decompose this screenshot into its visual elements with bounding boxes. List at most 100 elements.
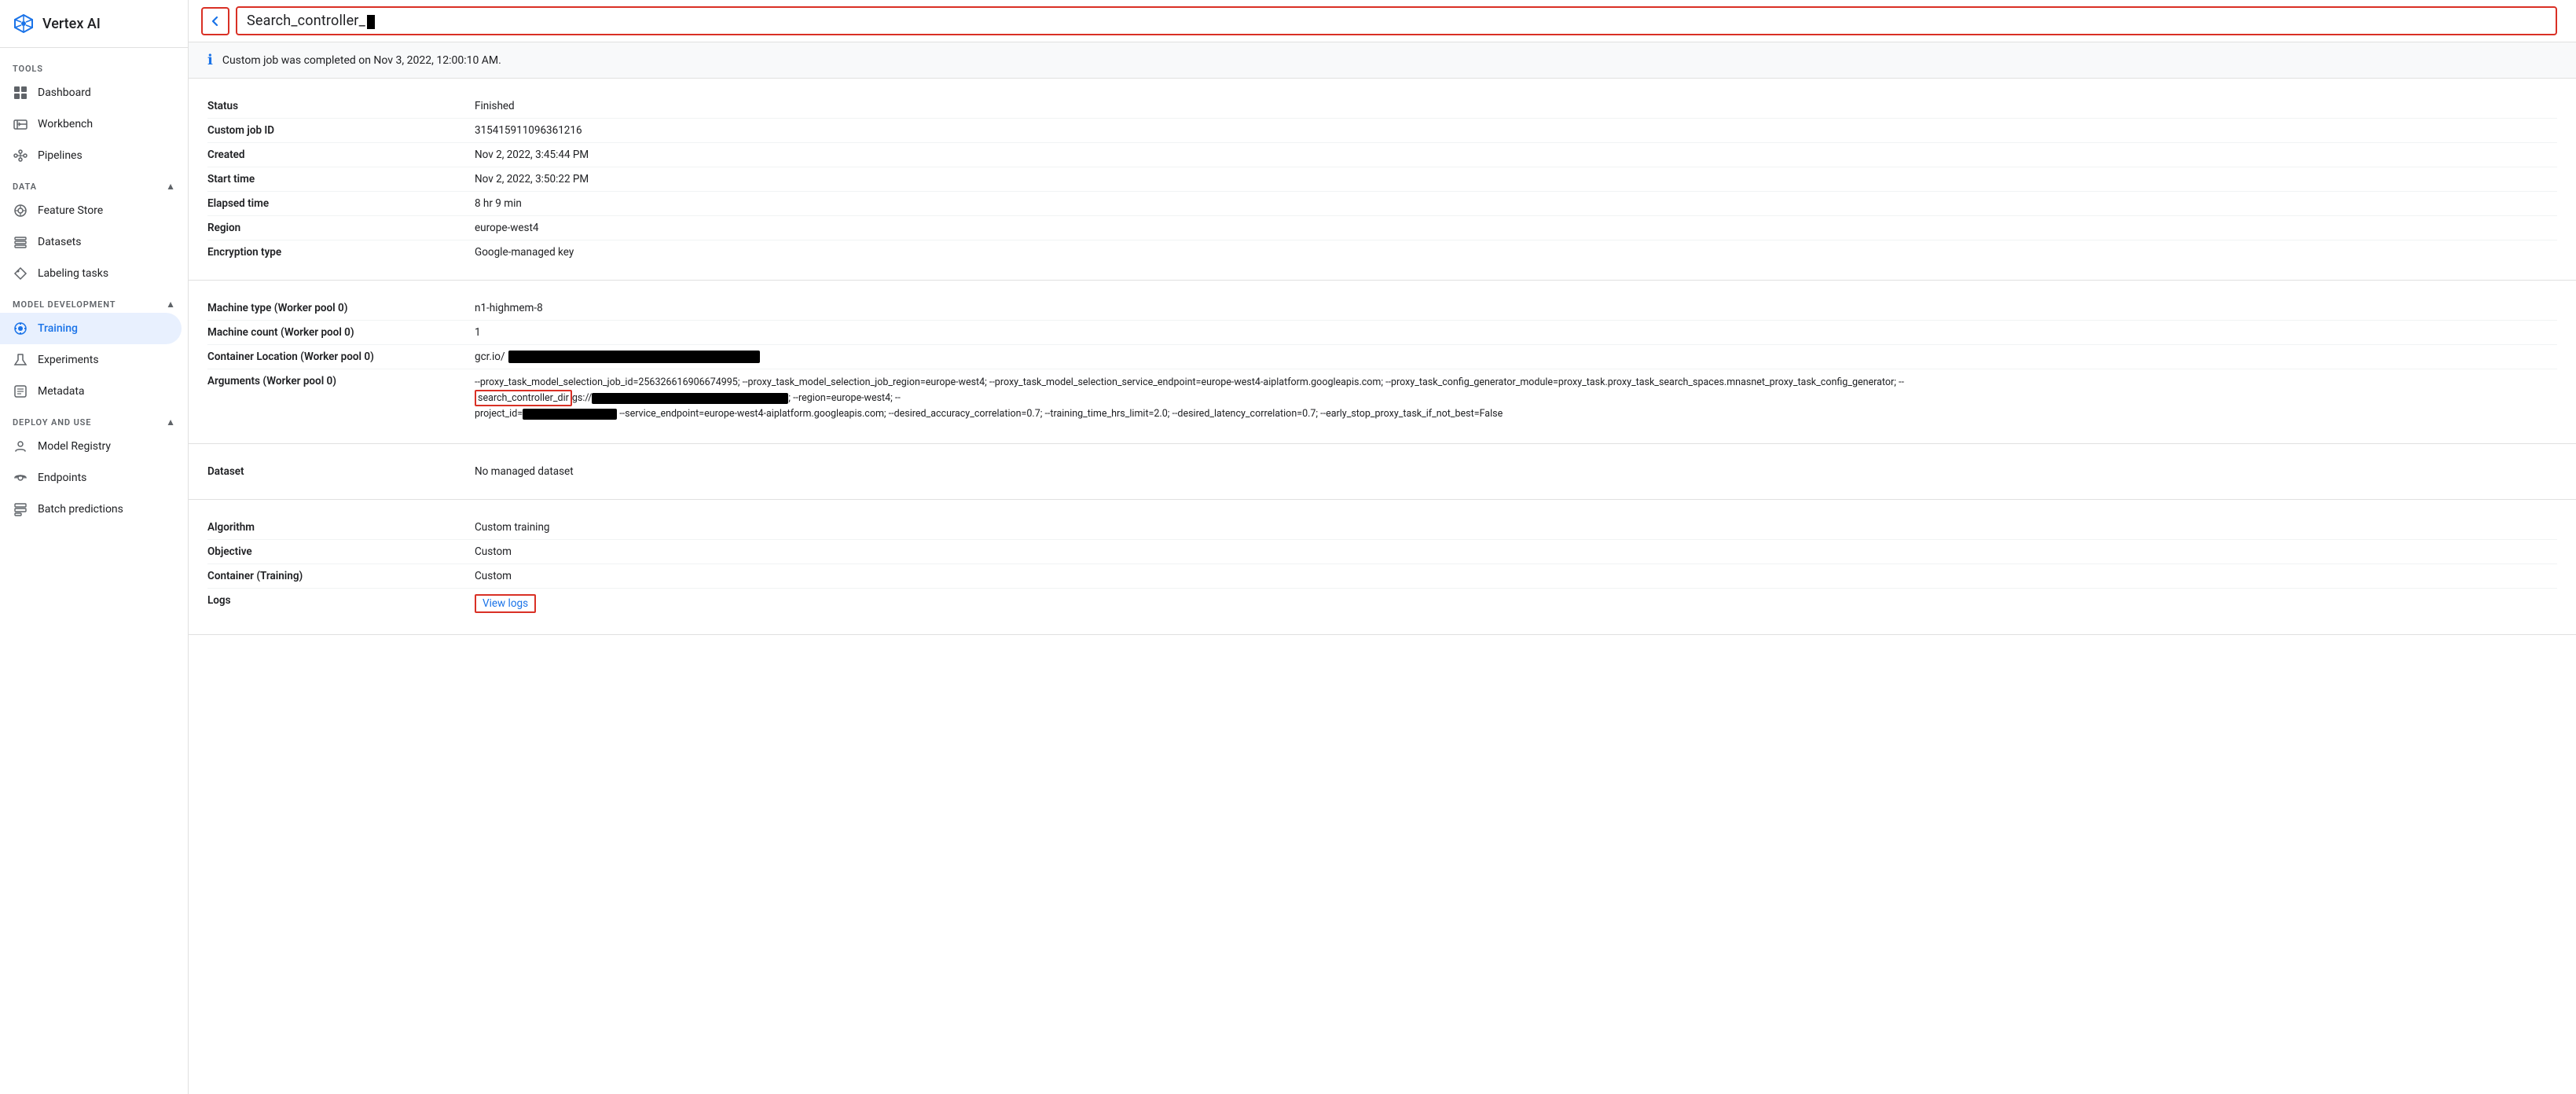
datasets-label: Datasets — [38, 236, 81, 248]
training-icon — [13, 321, 28, 336]
deploy-section-header[interactable]: DEPLOY AND USE ▲ — [0, 407, 188, 431]
sidebar-item-labeling[interactable]: Labeling tasks — [0, 258, 182, 289]
elapsed-label: Elapsed time — [207, 197, 475, 210]
container-loc-label: Container Location (Worker pool 0) — [207, 351, 475, 363]
workbench-label: Workbench — [38, 118, 93, 130]
sidebar-item-datasets[interactable]: Datasets — [0, 226, 182, 258]
container-loc-row: Container Location (Worker pool 0) gcr.i… — [207, 345, 2557, 369]
metadata-icon — [13, 384, 28, 399]
info-banner-text: Custom job was completed on Nov 3, 2022,… — [222, 54, 501, 67]
sidebar-item-training[interactable]: Training — [0, 313, 182, 344]
deploy-section-label: DEPLOY AND USE — [13, 417, 91, 428]
experiments-label: Experiments — [38, 354, 99, 366]
machine-count-value: 1 — [475, 326, 2557, 339]
endpoints-label: Endpoints — [38, 472, 86, 484]
sidebar-item-batch-predictions[interactable]: Batch predictions — [0, 494, 182, 525]
machine-count-row: Machine count (Worker pool 0) 1 — [207, 321, 2557, 345]
args-line1: --proxy_task_model_selection_job_id=2563… — [475, 376, 1904, 388]
container-loc-value: gcr.io/ — [475, 351, 760, 363]
sidebar-item-experiments[interactable]: Experiments — [0, 344, 182, 376]
sidebar: Vertex AI TOOLS Dashboard Workbench — [0, 0, 189, 1094]
dashboard-label: Dashboard — [38, 86, 91, 99]
machine-type-label: Machine type (Worker pool 0) — [207, 302, 475, 314]
objective-value: Custom — [475, 545, 2557, 558]
dashboard-icon — [13, 85, 28, 101]
sidebar-item-feature-store[interactable]: Feature Store — [0, 195, 182, 226]
region-row: Region europe-west4 — [207, 216, 2557, 240]
container-training-label: Container (Training) — [207, 570, 475, 582]
created-value: Nov 2, 2022, 3:45:44 PM — [475, 149, 2557, 161]
machine-type-row: Machine type (Worker pool 0) n1-highmem-… — [207, 296, 2557, 321]
sidebar-item-workbench[interactable]: Workbench — [0, 108, 182, 140]
job-id-label: Custom job ID — [207, 124, 475, 137]
status-label: Status — [207, 100, 475, 112]
container-loc-redacted — [508, 351, 760, 363]
region-label: Region — [207, 222, 475, 234]
batch-predictions-label: Batch predictions — [38, 503, 123, 516]
algorithm-row: Algorithm Custom training — [207, 516, 2557, 540]
app-logo: Vertex AI — [0, 0, 188, 48]
args-redacted-block — [592, 393, 788, 404]
sidebar-item-endpoints[interactable]: Endpoints — [0, 462, 182, 494]
logs-row: Logs View logs — [207, 589, 2557, 619]
container-training-row: Container (Training) Custom — [207, 564, 2557, 589]
data-section-header[interactable]: DATA ▲ — [0, 171, 188, 195]
job-id-value: 315415911096361216 — [475, 124, 2557, 137]
algorithm-value: Custom training — [475, 521, 2557, 534]
status-value: Finished — [475, 100, 2557, 112]
start-time-row: Start time Nov 2, 2022, 3:50:22 PM — [207, 167, 2557, 192]
objective-label: Objective — [207, 545, 475, 558]
main-area: Search_controller_ ℹ Custom job was comp… — [189, 0, 2576, 1094]
sidebar-item-dashboard[interactable]: Dashboard — [0, 77, 182, 108]
elapsed-row: Elapsed time 8 hr 9 min — [207, 192, 2557, 216]
status-row: Status Finished — [207, 94, 2557, 119]
model-dev-section-header[interactable]: MODEL DEVELOPMENT ▲ — [0, 289, 188, 313]
app-title: Vertex AI — [42, 16, 101, 32]
encryption-row: Encryption type Google-managed key — [207, 240, 2557, 264]
arguments-value: --proxy_task_model_selection_job_id=2563… — [475, 375, 2557, 422]
args-redacted-project — [523, 409, 617, 420]
objective-row: Objective Custom — [207, 540, 2557, 564]
algorithm-label: Algorithm — [207, 521, 475, 534]
args-line2-end: ; --region=europe-west4; -- — [788, 392, 900, 404]
content-area: ℹ Custom job was completed on Nov 3, 202… — [189, 42, 2576, 1094]
start-time-label: Start time — [207, 173, 475, 185]
container-training-value: Custom — [475, 570, 2557, 582]
batch-predictions-icon — [13, 501, 28, 517]
dataset-section: Dataset No managed dataset — [189, 444, 2576, 500]
deploy-chevron: ▲ — [166, 417, 175, 428]
args-line3-mid: --service_endpoint=europe-west4-aiplatfo… — [617, 408, 1503, 420]
encryption-value: Google-managed key — [475, 246, 2557, 259]
args-highlighted-term: search_controller_dir — [475, 390, 572, 406]
sidebar-item-metadata[interactable]: Metadata — [0, 376, 182, 407]
pipelines-label: Pipelines — [38, 149, 83, 162]
args-line2-suffix: gs:// — [572, 392, 592, 404]
feature-store-icon — [13, 203, 28, 218]
created-label: Created — [207, 149, 475, 161]
header-bar: Search_controller_ — [189, 0, 2576, 42]
model-dev-section-label: MODEL DEVELOPMENT — [13, 299, 116, 310]
pipelines-icon — [13, 148, 28, 163]
vertex-ai-logo-icon — [13, 13, 35, 35]
algorithm-section: Algorithm Custom training Objective Cust… — [189, 500, 2576, 635]
experiments-icon — [13, 352, 28, 368]
info-banner: ℹ Custom job was completed on Nov 3, 202… — [189, 42, 2576, 79]
sidebar-item-model-registry[interactable]: Model Registry — [0, 431, 182, 462]
basic-details-section: Status Finished Custom job ID 3154159110… — [189, 79, 2576, 281]
view-logs-link[interactable]: View logs — [475, 594, 536, 613]
logs-value: View logs — [475, 594, 2557, 613]
datasets-icon — [13, 234, 28, 250]
title-input-wrapper: Search_controller_ — [236, 6, 2557, 35]
created-row: Created Nov 2, 2022, 3:45:44 PM — [207, 143, 2557, 167]
metadata-label: Metadata — [38, 385, 85, 398]
title-cursor — [367, 15, 375, 29]
arguments-label: Arguments (Worker pool 0) — [207, 375, 475, 387]
back-button[interactable] — [201, 7, 229, 35]
arguments-row: Arguments (Worker pool 0) --proxy_task_m… — [207, 369, 2557, 428]
job-id-row: Custom job ID 315415911096361216 — [207, 119, 2557, 143]
dataset-label: Dataset — [207, 465, 475, 478]
sidebar-item-pipelines[interactable]: Pipelines — [0, 140, 182, 171]
dataset-row: Dataset No managed dataset — [207, 460, 2557, 483]
worker-pool-section: Machine type (Worker pool 0) n1-highmem-… — [189, 281, 2576, 444]
info-icon: ℹ — [207, 52, 213, 68]
